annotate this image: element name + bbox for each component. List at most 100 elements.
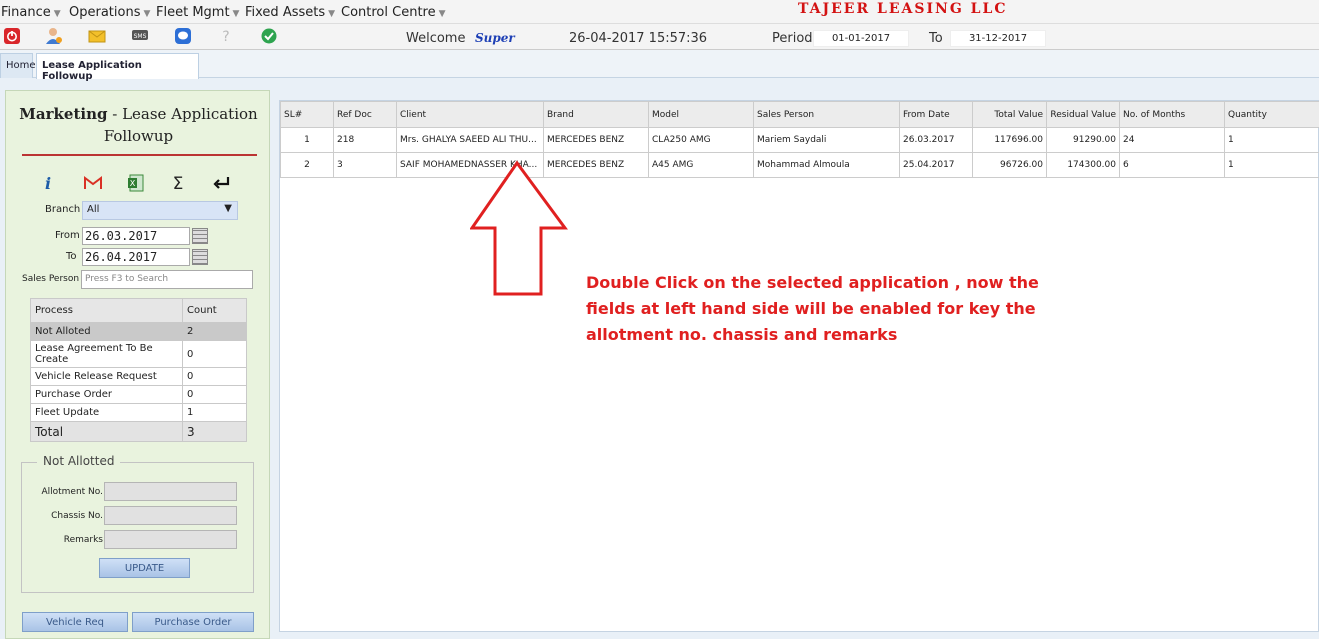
column-header[interactable]: Model [648,101,754,128]
cell-total-value: 117696.00 [972,127,1047,153]
from-date-input[interactable]: 26.03.2017 [82,227,190,245]
excel-icon[interactable]: X [126,173,146,193]
table-row[interactable]: 2 3 SAIF MOHAMEDNASSER KHA... MERCEDES B… [280,152,1319,178]
column-header: Count [182,298,247,323]
column-header[interactable]: Quantity [1224,101,1319,128]
menu-label: Operations [69,5,141,20]
chevron-down-icon: ▼ [232,9,240,19]
table-row[interactable]: Vehicle Release Request 0 [30,367,247,386]
info-icon[interactable]: i [38,173,58,193]
not-allotted-section: Not Allotted Allotment No. Chassis No. R… [21,454,254,593]
allotment-no-field[interactable] [104,482,237,501]
help-icon[interactable]: ? [217,27,235,45]
cell-from-date: 25.04.2017 [899,152,973,178]
menu-finance[interactable]: Finance ▼ [1,5,61,20]
process-count: 2 [182,322,247,341]
menu-control-centre[interactable]: Control Centre ▼ [341,5,446,20]
column-header[interactable]: SL# [280,101,334,128]
cell-residual-value: 174300.00 [1046,152,1120,178]
to-label: To [66,251,77,262]
process-count: 1 [182,403,247,422]
period-to-label: To [929,31,943,46]
column-header[interactable]: Residual Value [1046,101,1120,128]
tab-strip: Home Lease Application Followup [0,50,1319,82]
cell-model: CLA250 AMG [648,127,754,153]
process-count: 0 [182,385,247,404]
menu-operations[interactable]: Operations ▼ [69,5,150,20]
tab-home[interactable]: Home [0,53,36,78]
menu-bar: Finance ▼ Operations ▼ Fleet Mgmt ▼ Fixed A… [0,0,1319,24]
cell-months: 6 [1119,152,1225,178]
cell-sales-person: Mariem Saydali [753,127,900,153]
cell-sl: 2 [280,152,334,178]
column-header[interactable]: Ref Doc [333,101,397,128]
table-row[interactable]: Purchase Order 0 [30,385,247,404]
table-header-row: Process Count [30,298,247,323]
to-date-input[interactable]: 26.04.2017 [82,248,190,266]
cell-ref-doc: 218 [333,127,397,153]
calendar-icon[interactable] [192,249,208,265]
results-table: SL# Ref Doc Client Brand Model Sales Per… [280,101,1319,178]
period-to-field[interactable]: 31-12-2017 [950,30,1046,47]
cell-sales-person: Mohammad Almoula [753,152,900,178]
svg-text:X: X [130,179,136,188]
svg-text:SMS: SMS [134,33,147,40]
chassis-no-field[interactable] [104,506,237,525]
table-row[interactable]: Fleet Update 1 [30,403,247,422]
column-header[interactable]: From Date [899,101,973,128]
user-name: Super [475,31,515,45]
cell-residual-value: 91290.00 [1046,127,1120,153]
table-row[interactable]: Not Alloted 2 [30,322,247,341]
update-button[interactable]: UPDATE [99,558,190,578]
user-icon[interactable] [45,27,63,45]
welcome-label: Welcome [406,31,466,46]
table-row[interactable]: 1 218 Mrs. GHALYA SAEED ALI THU... MERCE… [280,127,1319,153]
company-name: TAJEER LEASING LLC [798,1,1008,17]
cell-quantity: 1 [1224,152,1319,178]
panel-title: Marketing - Lease Application Followup [6,103,271,147]
total-label: Total [30,421,183,442]
sigma-icon[interactable]: Σ [168,173,188,193]
table-header-row: SL# Ref Doc Client Brand Model Sales Per… [280,101,1319,128]
menu-fleet-mgmt[interactable]: Fleet Mgmt ▼ [156,5,239,20]
column-header[interactable]: Sales Person [753,101,900,128]
filter-panel: Marketing - Lease Application Followup i… [5,90,270,639]
check-icon[interactable] [260,27,278,45]
remarks-label: Remarks [63,535,103,545]
sms-icon[interactable]: SMS [131,27,149,45]
vehicle-req-button[interactable]: Vehicle Req [22,612,128,632]
total-row: Total 3 [30,421,247,442]
divider [22,154,257,156]
menu-label: Finance [1,5,51,20]
remarks-field[interactable] [104,530,237,549]
process-name: Not Alloted [30,322,183,341]
chat-icon[interactable] [174,27,192,45]
menu-fixed-assets[interactable]: Fixed Assets ▼ [245,5,335,20]
process-name: Fleet Update [30,403,183,422]
period-label: Period [772,31,813,46]
process-table: Process Count Not Alloted 2 Lease Agreem… [30,298,247,442]
sales-person-input[interactable]: Press F3 to Search [81,270,253,289]
tab-lease-application-followup[interactable]: Lease Application Followup [36,53,199,82]
calendar-icon[interactable] [192,228,208,244]
return-icon[interactable] [212,173,232,193]
column-header: Process [30,298,183,323]
purchase-order-button[interactable]: Purchase Order [132,612,254,632]
column-header[interactable]: Total Value [972,101,1047,128]
period-from-field[interactable]: 01-01-2017 [813,30,909,47]
gmail-icon[interactable] [83,173,103,193]
mail-icon[interactable] [88,27,106,45]
branch-select[interactable]: All ▼ [82,201,238,220]
chevron-down-icon: ▼ [328,9,336,19]
branch-value: All [87,204,100,215]
from-label: From [55,230,80,241]
annotation-note: Double Click on the selected application… [586,273,1039,344]
svg-text:?: ? [222,29,229,45]
power-icon[interactable] [3,27,21,45]
title-bold: Marketing [19,105,108,123]
caret-down-icon: ▼ [224,203,232,214]
table-row[interactable]: Lease Agreement To Be Create 0 [30,340,247,368]
column-header[interactable]: Client [396,101,544,128]
column-header[interactable]: No. of Months [1119,101,1225,128]
column-header[interactable]: Brand [543,101,649,128]
